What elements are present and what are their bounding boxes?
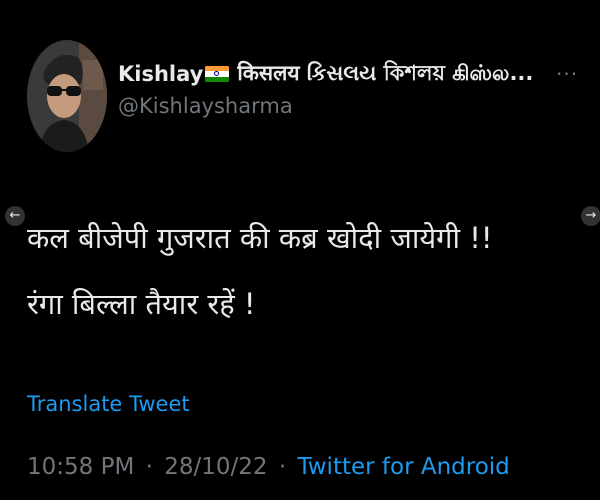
translate-tweet-link[interactable]: Translate Tweet — [27, 392, 190, 416]
tweet-text-line-2: रंगा बिल्ला तैयार रहें ! — [27, 287, 256, 321]
user-handle[interactable]: @Kishlaysharma — [118, 94, 558, 118]
tweet-date[interactable]: 28/10/22 — [164, 454, 267, 480]
meta-separator: · — [145, 454, 153, 480]
next-arrow-icon[interactable]: → — [581, 206, 600, 226]
tweet-card: Kishlay किसलय કિસલય কিশলয় கிஸ்ல... @Kis… — [0, 0, 600, 500]
tweet-source-link[interactable]: Twitter for Android — [298, 454, 510, 480]
tweet-header: Kishlay किसलय કિસલય কিশলয় கிஸ்ல... @Kis… — [118, 58, 558, 119]
tweet-text: कल बीजेपी गुजरात की कब्र खोदी जायेगी !! … — [27, 205, 572, 337]
avatar[interactable] — [27, 40, 107, 152]
meta-separator: · — [278, 454, 287, 480]
tweet-meta: 10:58 PM · 28/10/22 · Twitter for Androi… — [27, 454, 510, 480]
display-name-prefix: Kishlay — [118, 62, 204, 86]
india-flag-icon — [205, 66, 230, 82]
tweet-text-line-1: कल बीजेपी गुजरात की कब्र खोदी जायेगी !! — [27, 221, 493, 255]
display-name[interactable]: Kishlay किसलय કિસલય কিশলয় கிஸ்ல... — [118, 58, 558, 90]
previous-arrow-icon[interactable]: ← — [5, 206, 25, 226]
display-name-rest: किसलय કિસલય কিশলয় கிஸ்ல... — [237, 60, 534, 85]
more-options-button[interactable]: ··· — [556, 64, 578, 84]
avatar-photo — [27, 40, 107, 152]
tweet-time[interactable]: 10:58 PM — [27, 454, 134, 480]
